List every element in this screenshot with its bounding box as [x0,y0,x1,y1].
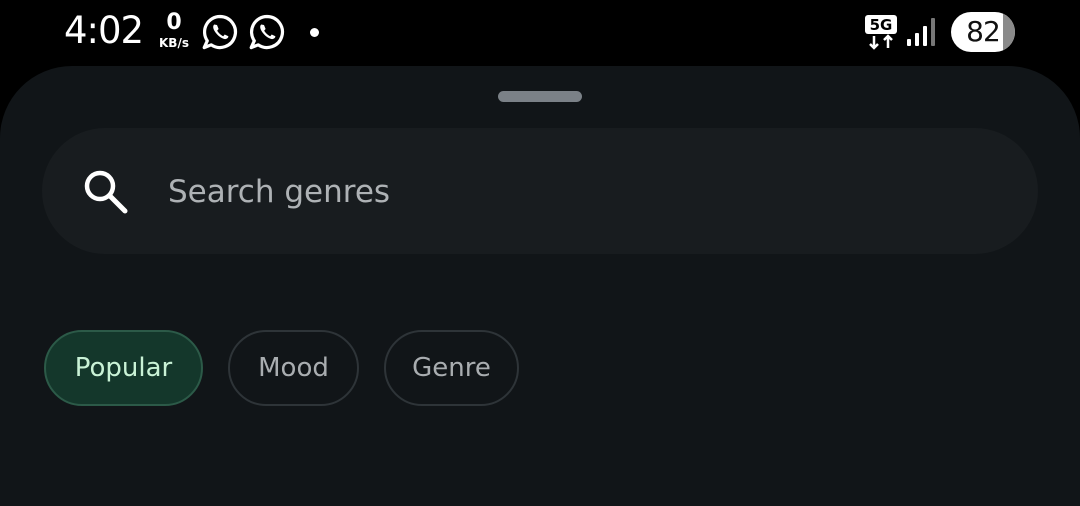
status-bar: 4:02 0 KB/s 5G 82 [0,0,1080,66]
genre-bottom-sheet: Popular Mood Genre [0,66,1080,506]
battery-indicator: 82 [951,12,1015,52]
chip-genre[interactable]: Genre [384,330,519,406]
more-notifications-dot-icon [310,28,319,37]
status-time: 4:02 [64,9,144,52]
network-speed-unit: KB/s [159,36,189,50]
chip-popular[interactable]: Popular [44,330,203,406]
network-type-label: 5G [870,16,893,34]
chip-mood[interactable]: Mood [228,330,359,406]
network-speed-value: 0 [166,10,182,35]
network-5g-icon: 5G [865,15,897,50]
signal-strength-icon [907,18,935,46]
whatsapp-icon [202,14,237,50]
network-speed: 0 KB/s [154,10,194,50]
battery-percent: 82 [966,15,1001,48]
drag-handle[interactable] [498,91,582,102]
search-icon [84,170,128,214]
whatsapp-icon [249,14,284,50]
search-genres-input[interactable] [168,170,868,214]
